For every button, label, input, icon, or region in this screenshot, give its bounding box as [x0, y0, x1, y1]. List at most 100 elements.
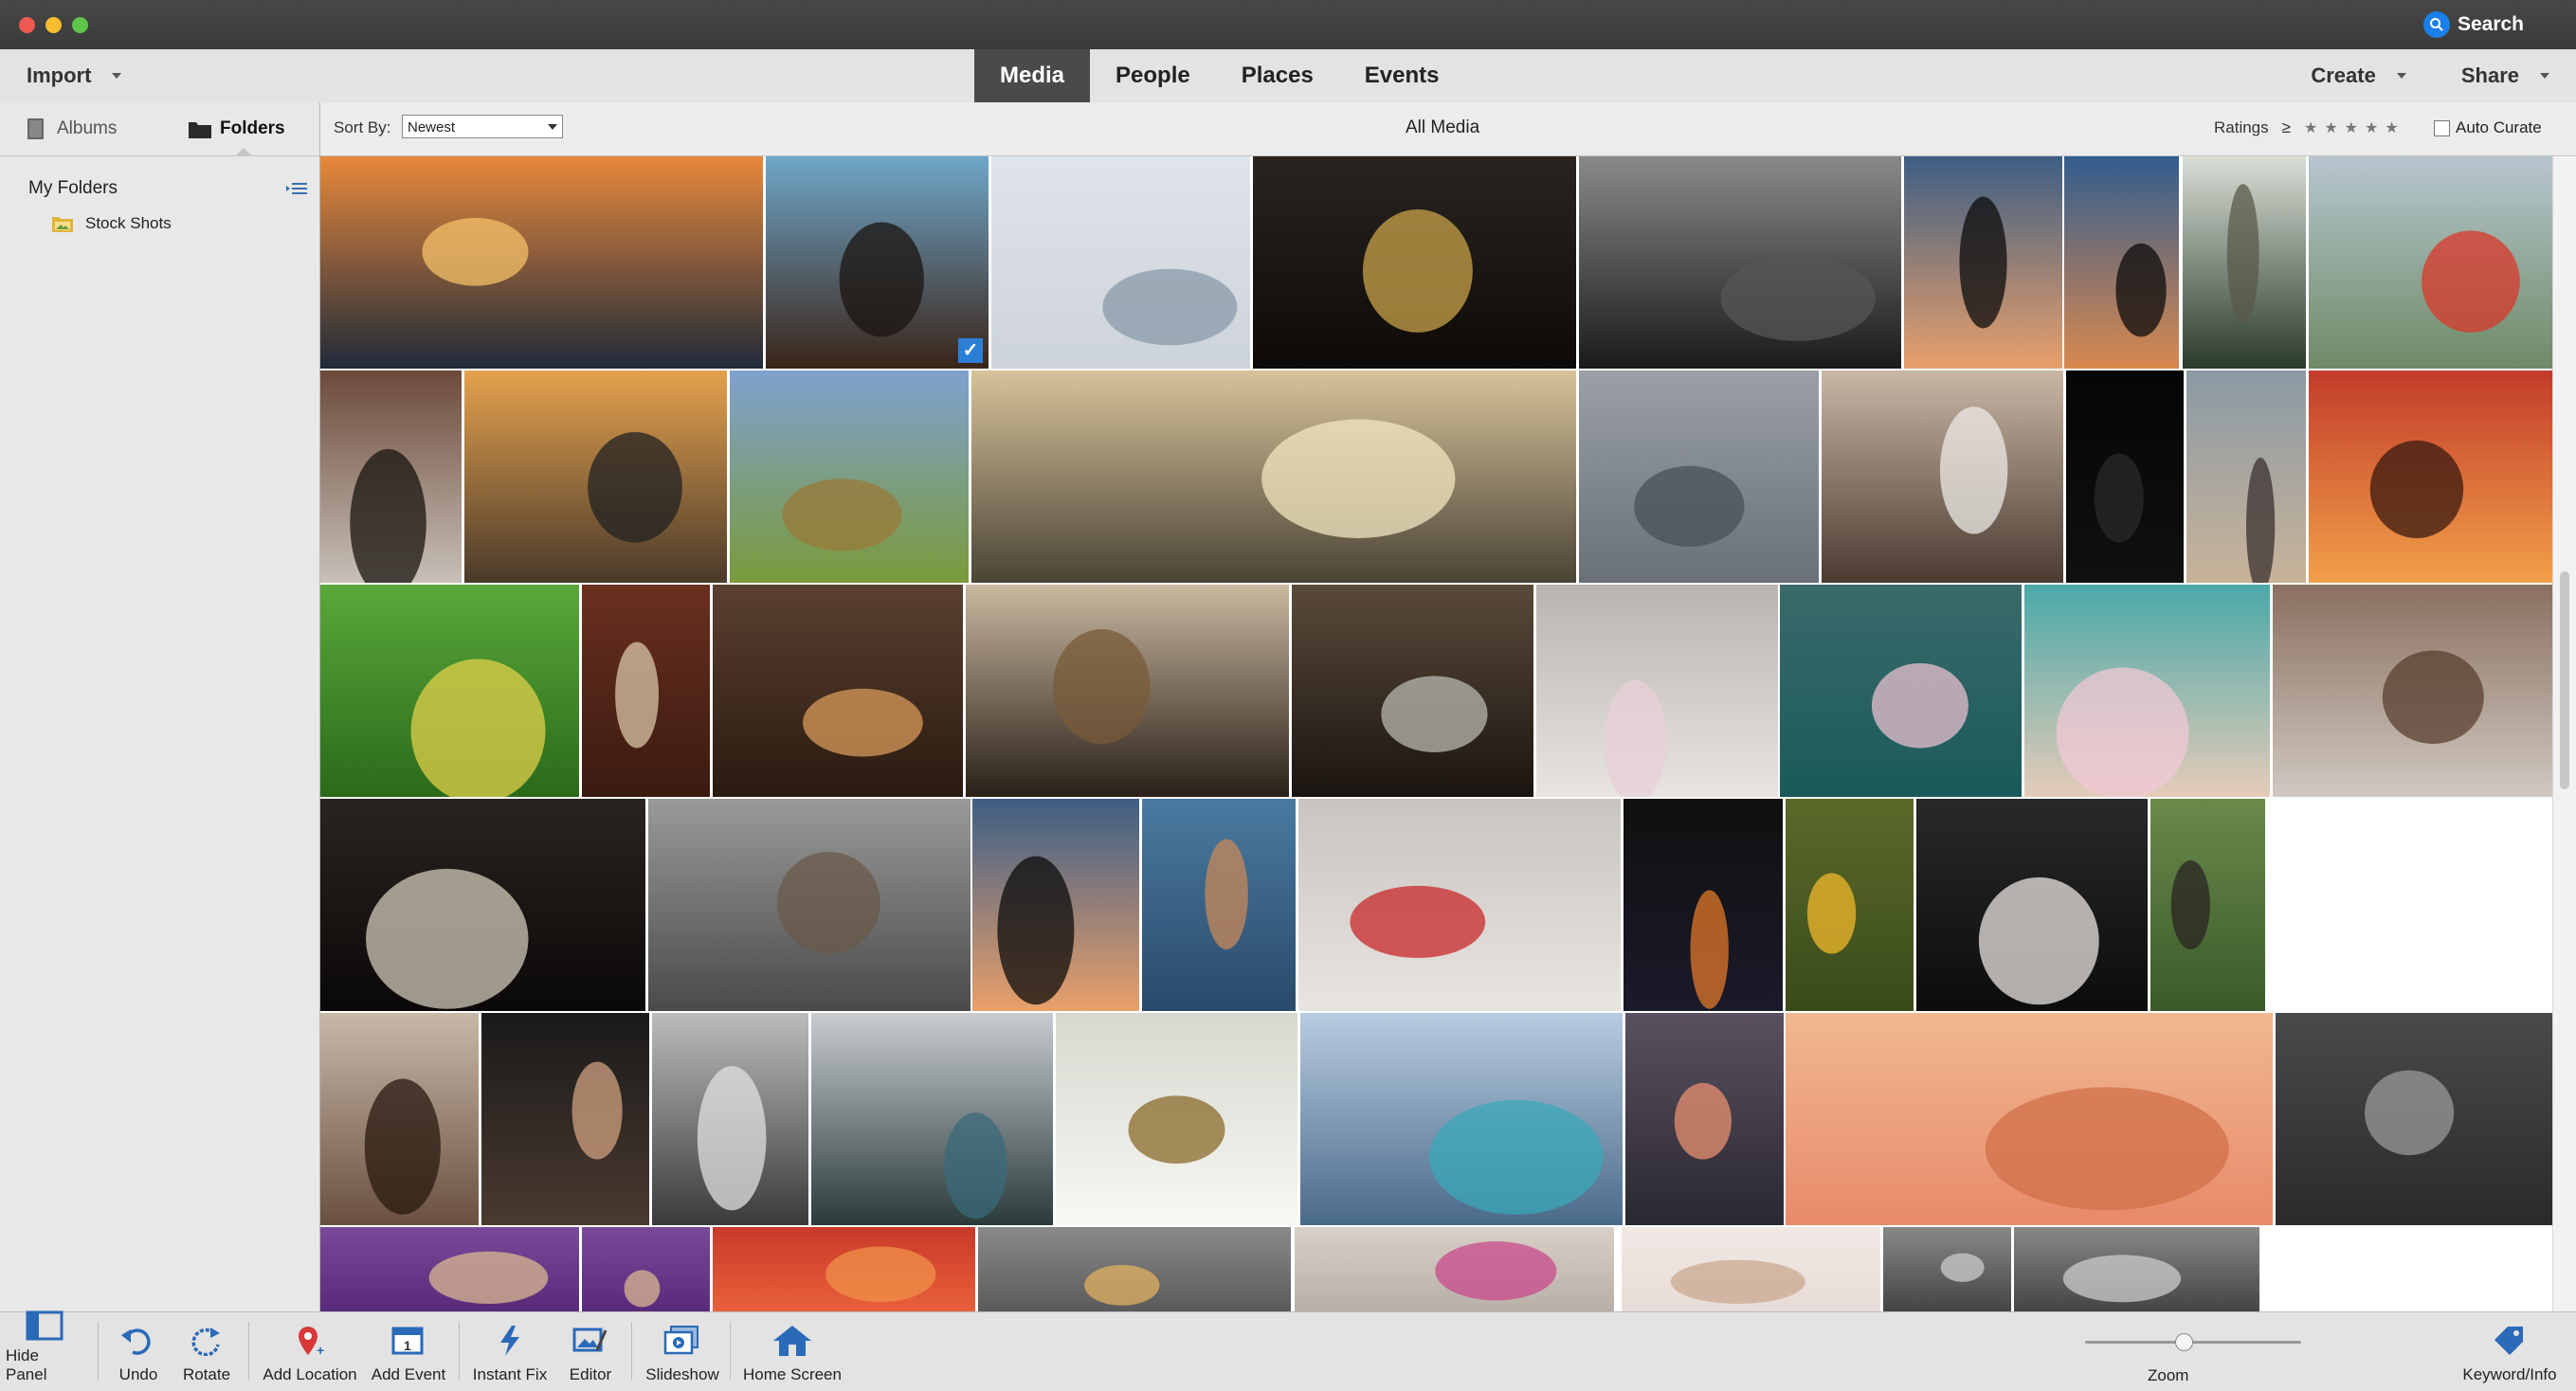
- rotate-button[interactable]: Rotate: [174, 1312, 239, 1391]
- auto-curate-checkbox[interactable]: [2434, 119, 2450, 136]
- tab-places[interactable]: Places: [1216, 49, 1339, 102]
- instant-fix-button[interactable]: Instant Fix: [464, 1312, 555, 1391]
- photo-thumbnail[interactable]: [1786, 1013, 2273, 1225]
- grid-scrollbar[interactable]: [2552, 156, 2576, 1311]
- photo-thumbnail[interactable]: [971, 370, 1576, 583]
- ratings-operator[interactable]: ≥: [2282, 118, 2291, 137]
- slideshow-button[interactable]: Slideshow: [637, 1312, 728, 1391]
- photo-thumbnail[interactable]: [713, 1227, 975, 1311]
- folder-item-stock-shots[interactable]: Stock Shots: [51, 214, 172, 233]
- tab-media[interactable]: Media: [974, 49, 1091, 102]
- photo-thumbnail[interactable]: [320, 370, 462, 583]
- photo-thumbnail[interactable]: [1579, 370, 1819, 583]
- photo-thumbnail[interactable]: [320, 156, 763, 369]
- chevron-down-icon: [2396, 73, 2406, 79]
- photo-thumbnail[interactable]: [1253, 156, 1576, 369]
- toolbar-divider: [459, 1322, 460, 1381]
- photo-thumbnail[interactable]: [1822, 370, 2063, 583]
- photo-thumbnail[interactable]: [2276, 1013, 2552, 1225]
- search-button[interactable]: Search: [2422, 9, 2524, 40]
- photo-thumbnail[interactable]: [481, 1013, 649, 1225]
- photo-thumbnail[interactable]: [1625, 1013, 1784, 1225]
- photo-thumbnail[interactable]: [1056, 1013, 1297, 1225]
- photo-thumbnail[interactable]: [1298, 799, 1621, 1011]
- photo-thumbnail[interactable]: [991, 156, 1250, 369]
- photo-thumbnail[interactable]: [730, 370, 969, 583]
- undo-button[interactable]: Undo: [106, 1312, 171, 1391]
- maximize-window-button[interactable]: [72, 17, 88, 33]
- hide-panel-button[interactable]: Hide Panel: [6, 1310, 83, 1391]
- photo-thumbnail[interactable]: [320, 1013, 479, 1225]
- photo-thumbnail[interactable]: [582, 585, 710, 797]
- photo-thumbnail[interactable]: [978, 1227, 1291, 1311]
- albums-label: Albums: [57, 118, 118, 138]
- photo-thumbnail[interactable]: [2309, 156, 2552, 369]
- zoom-slider[interactable]: [2085, 1341, 2301, 1344]
- photo-thumbnail[interactable]: [464, 370, 727, 583]
- photo-thumbnail[interactable]: [1536, 585, 1778, 797]
- create-menu[interactable]: Create: [2311, 63, 2406, 88]
- add-event-button[interactable]: 1 Add Event: [364, 1312, 453, 1391]
- ratings-label: Ratings: [2214, 118, 2269, 136]
- tab-albums[interactable]: Albums: [27, 102, 117, 155]
- auto-curate-toggle[interactable]: Auto Curate: [2434, 118, 2542, 137]
- photo-thumbnail[interactable]: [2014, 1227, 2259, 1311]
- photo-thumbnail[interactable]: [1624, 799, 1783, 1011]
- photo-thumbnail[interactable]: [652, 1013, 808, 1225]
- photo-thumbnail[interactable]: [2024, 585, 2270, 797]
- photo-thumbnail[interactable]: [1780, 585, 2022, 797]
- photo-thumbnail[interactable]: [2186, 370, 2306, 583]
- photo-thumbnail[interactable]: [2064, 156, 2179, 369]
- photo-thumbnail[interactable]: [966, 585, 1289, 797]
- view-tabs: Media People Places Events: [974, 49, 1465, 102]
- photo-thumbnail[interactable]: [582, 1227, 710, 1311]
- rating-stars[interactable]: ★★★★★: [2304, 118, 2405, 137]
- scrollbar-thumb[interactable]: [2560, 571, 2569, 789]
- photo-thumbnail[interactable]: [972, 799, 1139, 1011]
- photo-thumbnail[interactable]: [713, 585, 963, 797]
- menu-right: Create Share: [2256, 49, 2549, 102]
- tab-events[interactable]: Events: [1339, 49, 1465, 102]
- photo-thumbnail[interactable]: [320, 799, 645, 1011]
- media-grid: ✓: [320, 156, 2552, 1311]
- close-window-button[interactable]: [19, 17, 35, 33]
- zoom-slider-handle[interactable]: [2175, 1333, 2193, 1351]
- search-label: Search: [2457, 13, 2524, 35]
- photo-thumbnail[interactable]: [2309, 370, 2552, 583]
- import-menu[interactable]: Import: [27, 49, 122, 102]
- home-screen-button[interactable]: Home Screen: [735, 1312, 849, 1391]
- photo-thumbnail[interactable]: [1579, 156, 1901, 369]
- photo-thumbnail[interactable]: [2066, 370, 2184, 583]
- list-options-icon[interactable]: [286, 182, 307, 195]
- minimize-window-button[interactable]: [45, 17, 62, 33]
- photo-thumbnail[interactable]: ✓: [766, 156, 989, 369]
- location-pin-icon: +: [289, 1322, 331, 1360]
- photo-thumbnail[interactable]: [1300, 1013, 1623, 1225]
- tab-people[interactable]: People: [1090, 49, 1216, 102]
- photo-thumbnail[interactable]: [1904, 156, 2062, 369]
- sort-select[interactable]: Newest: [402, 115, 563, 138]
- editor-label: Editor: [569, 1365, 612, 1383]
- photo-thumbnail[interactable]: [1142, 799, 1296, 1011]
- menu-bar: Import Media People Places Events Create…: [0, 49, 2576, 103]
- photo-thumbnail[interactable]: [320, 1227, 579, 1311]
- photo-thumbnail[interactable]: [811, 1013, 1053, 1225]
- photo-thumbnail[interactable]: [1916, 799, 2148, 1011]
- editor-button[interactable]: Editor: [557, 1312, 624, 1391]
- photo-thumbnail[interactable]: [1786, 799, 1914, 1011]
- photo-thumbnail[interactable]: [1295, 1227, 1614, 1311]
- folder-icon: [189, 122, 211, 138]
- keyword-info-button[interactable]: Keyword/Info: [2453, 1312, 2567, 1391]
- photo-thumbnail[interactable]: [2150, 799, 2265, 1011]
- selected-checkmark-icon: ✓: [958, 338, 983, 363]
- share-menu[interactable]: Share: [2461, 63, 2549, 88]
- photo-thumbnail[interactable]: [1292, 585, 1533, 797]
- photo-thumbnail[interactable]: [1883, 1227, 2011, 1311]
- add-location-button[interactable]: + Add Location: [256, 1312, 364, 1391]
- photo-thumbnail[interactable]: [2183, 156, 2306, 369]
- folder-image-icon: [52, 217, 73, 232]
- photo-thumbnail[interactable]: [1622, 1227, 1880, 1311]
- photo-thumbnail[interactable]: [2273, 585, 2552, 797]
- photo-thumbnail[interactable]: [648, 799, 971, 1011]
- photo-thumbnail[interactable]: [320, 585, 579, 797]
